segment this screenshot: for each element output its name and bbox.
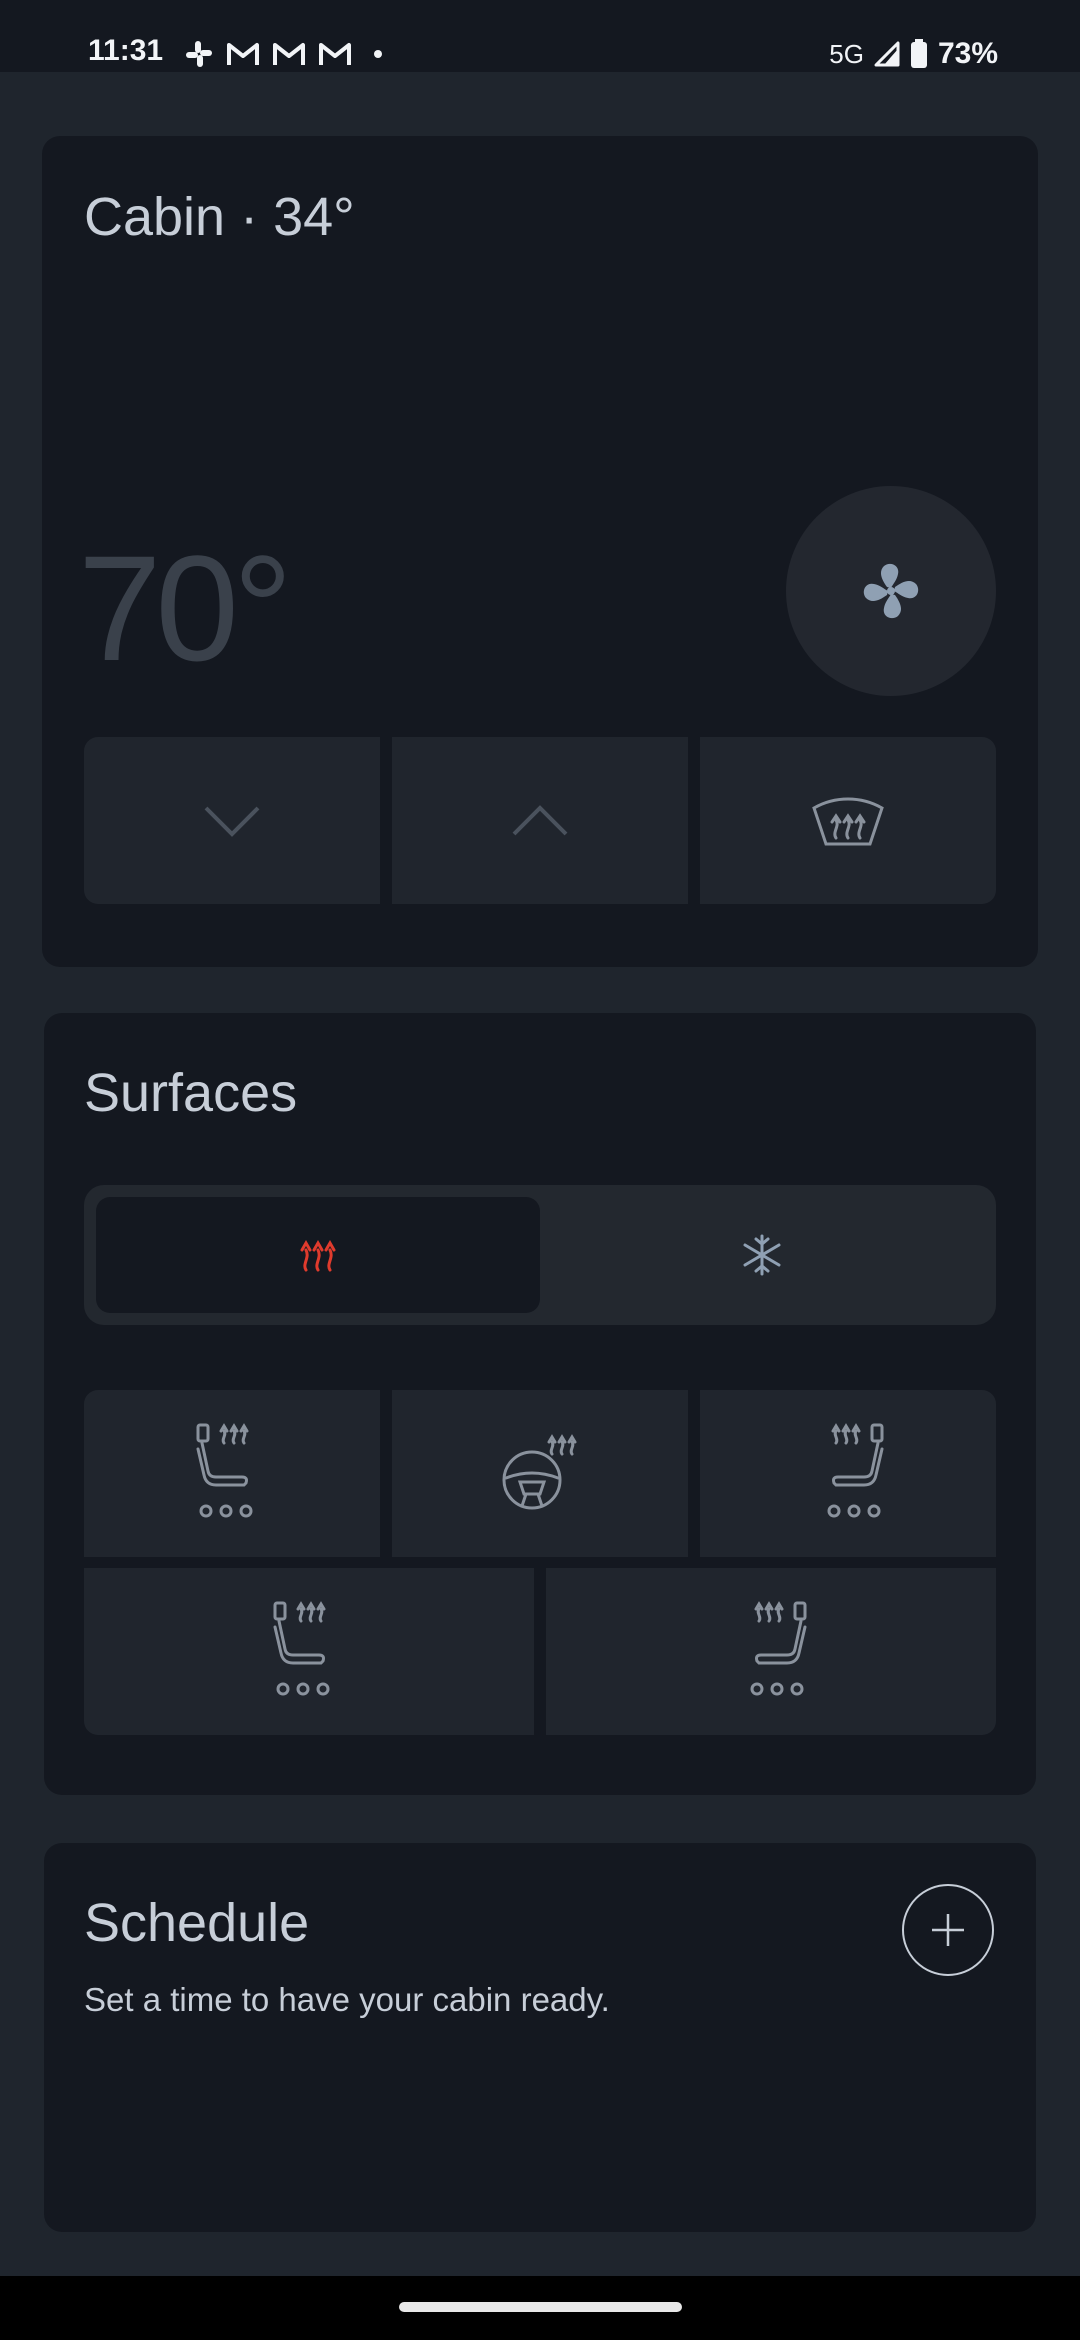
rear-left-seat-heater-button[interactable] — [84, 1568, 534, 1735]
cabin-title: Cabin · 34° — [84, 187, 355, 247]
front-defrost-button[interactable] — [700, 737, 996, 904]
schedule-title: Schedule — [84, 1893, 310, 1953]
heat-mode-button[interactable] — [96, 1197, 540, 1313]
notification-icons — [184, 34, 382, 74]
seat-heat-icon — [196, 1422, 253, 1517]
fan-icon — [863, 563, 919, 619]
cool-mode-button[interactable] — [540, 1197, 984, 1313]
surface-mode-toggle — [84, 1185, 996, 1325]
seat-heat-icon — [273, 1600, 330, 1695]
battery-level: 73% — [937, 37, 998, 70]
status-bar: 11:31 5G 73% — [0, 0, 1080, 72]
front-defrost-icon — [812, 797, 884, 845]
steering-wheel-heater-button[interactable] — [392, 1390, 688, 1557]
gmail-icon — [319, 43, 351, 65]
battery-icon — [910, 39, 927, 68]
fan-button[interactable] — [786, 486, 996, 696]
gmail-icon — [273, 43, 305, 65]
gmail-icon — [227, 43, 259, 65]
add-schedule-button[interactable] — [902, 1884, 994, 1976]
temperature-up-button[interactable] — [392, 737, 688, 904]
slack-icon — [186, 41, 212, 67]
schedule-subtitle: Set a time to have your cabin ready. — [84, 1981, 610, 2018]
more-notifications-dot — [374, 50, 382, 58]
home-gesture-handle[interactable] — [399, 2302, 682, 2312]
status-time: 11:31 — [88, 34, 164, 67]
seat-heat-icon — [827, 1422, 884, 1517]
temperature-down-button[interactable] — [84, 737, 380, 904]
rear-right-seat-heater-button[interactable] — [546, 1568, 996, 1735]
passenger-seat-heater-button[interactable] — [700, 1390, 996, 1557]
chevron-up-icon — [512, 804, 568, 835]
heat-icon — [300, 1239, 336, 1272]
set-temperature: 70° — [78, 524, 293, 692]
signal-icon — [874, 41, 900, 67]
seat-heat-icon — [750, 1600, 807, 1695]
network-label: 5G — [829, 38, 864, 69]
snowflake-icon — [743, 1234, 781, 1276]
status-right: 5G 73% — [829, 34, 998, 74]
driver-seat-heater-button[interactable] — [84, 1390, 380, 1557]
plus-icon — [932, 1914, 964, 1946]
chevron-down-icon — [204, 806, 260, 837]
steering-wheel-heat-icon — [502, 1433, 577, 1509]
surfaces-title: Surfaces — [84, 1063, 298, 1123]
